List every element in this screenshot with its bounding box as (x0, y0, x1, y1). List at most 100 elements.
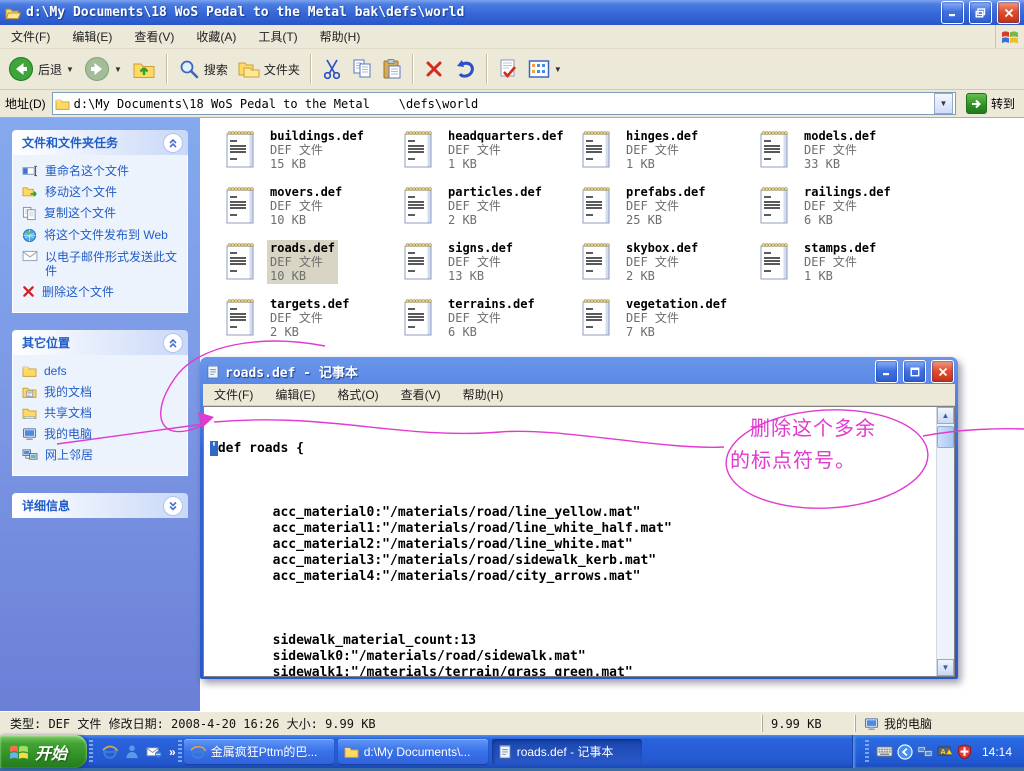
sidebar-panel-header[interactable]: 详细信息 (12, 493, 188, 518)
def-file-icon (402, 128, 436, 170)
file-size: 1 KB (626, 157, 698, 171)
scrollbar-thumb[interactable] (937, 426, 954, 448)
address-input[interactable]: d:\My Documents\18 WoS Pedal to the Meta… (52, 92, 956, 115)
file-tile-roads.def[interactable]: roads.defDEF 文件10 KB (224, 238, 402, 294)
check-document-icon (498, 58, 518, 80)
taskbar-button[interactable]: d:\My Documents\... (338, 739, 488, 764)
file-tile-particles.def[interactable]: particles.defDEF 文件2 KB (402, 182, 580, 238)
explorer-menu-item[interactable]: 查看(V) (123, 25, 185, 48)
notepad-menu-item[interactable]: 编辑(E) (264, 383, 326, 406)
explorer-menu-item[interactable]: 文件(F) (0, 25, 61, 48)
outlook-express-icon[interactable] (146, 744, 162, 759)
sidebar-item[interactable]: 以电子邮件形式发送此文件 (22, 250, 183, 278)
close-button[interactable] (997, 1, 1020, 24)
copy-button[interactable] (348, 56, 376, 82)
sidebar-item[interactable]: 重命名这个文件 (22, 164, 183, 178)
scroll-up-button[interactable]: ▲ (937, 407, 954, 424)
sidebar-panel-header[interactable]: 其它位置 (12, 330, 188, 355)
sidebar-item[interactable]: 将这个文件发布到 Web (22, 228, 183, 243)
minimize-button[interactable] (941, 1, 964, 24)
go-button[interactable]: 转到 (962, 93, 1019, 114)
sidebar-item-label: 以电子邮件形式发送此文件 (45, 250, 183, 278)
file-tile-signs.def[interactable]: signs.defDEF 文件13 KB (402, 238, 580, 294)
explorer-menu-item[interactable]: 收藏(A) (185, 25, 247, 48)
delete-button[interactable] (420, 57, 448, 81)
file-name: stamps.def (804, 241, 876, 255)
hide-icons-chevron[interactable] (897, 744, 913, 760)
file-type: DEF 文件 (270, 143, 364, 157)
notepad-menu-item[interactable]: 查看(V) (390, 383, 452, 406)
toolbar-separator (166, 54, 168, 84)
minimize-button[interactable] (875, 360, 898, 383)
sidebar-panel-header[interactable]: 文件和文件夹任务 (12, 130, 188, 155)
notepad-text-area[interactable]: 'def roads { acc_material0:"/materials/r… (204, 407, 936, 676)
restore-button[interactable] (969, 1, 992, 24)
file-name: models.def (804, 129, 876, 143)
file-tile-headquarters.def[interactable]: headquarters.defDEF 文件1 KB (402, 126, 580, 182)
network-icon[interactable] (917, 745, 933, 759)
close-button[interactable] (931, 360, 954, 383)
file-type: DEF 文件 (448, 199, 542, 213)
delete-icon (22, 285, 35, 298)
undo-button[interactable] (450, 57, 480, 81)
file-tile-movers.def[interactable]: movers.defDEF 文件10 KB (224, 182, 402, 238)
address-dropdown-button[interactable]: ▼ (934, 93, 953, 114)
address-label: 地址(D) (5, 95, 46, 112)
sidebar-item[interactable]: defs (22, 364, 183, 378)
file-tile-prefabs.def[interactable]: prefabs.defDEF 文件25 KB (580, 182, 758, 238)
sidebar-item[interactable]: 网上邻居 (22, 448, 183, 462)
start-button[interactable]: 开始 (0, 735, 87, 768)
taskbar-button[interactable]: roads.def - 记事本 (492, 739, 642, 764)
explorer-menu-item[interactable]: 编辑(E) (61, 25, 123, 48)
display-warning-icon[interactable]: A (937, 745, 953, 759)
taskbar-separator (178, 740, 182, 764)
chevron-down-icon[interactable] (163, 496, 183, 516)
file-tile-models.def[interactable]: models.defDEF 文件33 KB (758, 126, 936, 182)
file-tile-terrains.def[interactable]: terrains.defDEF 文件6 KB (402, 294, 580, 350)
folders-button[interactable]: 文件夹 (234, 58, 304, 80)
def-file-icon (224, 240, 258, 282)
cut-button[interactable] (318, 56, 346, 82)
sidebar-item[interactable]: 删除这个文件 (22, 285, 183, 299)
sidebar-item[interactable]: 复制这个文件 (22, 206, 183, 221)
keyboard-icon[interactable] (876, 746, 893, 757)
sidebar-item[interactable]: 移动这个文件 (22, 185, 183, 199)
sidebar-item[interactable]: 我的电脑 (22, 427, 183, 441)
def-file-icon (224, 128, 258, 170)
quick-launch-overflow[interactable]: » (169, 745, 176, 759)
explorer-menu-item[interactable]: 帮助(H) (309, 25, 372, 48)
sidebar-item[interactable]: 我的文档 (22, 385, 183, 399)
sync-check-button[interactable] (494, 56, 522, 82)
chevron-up-icon[interactable] (163, 333, 183, 353)
file-tile-skybox.def[interactable]: skybox.defDEF 文件2 KB (580, 238, 758, 294)
paste-button[interactable] (378, 56, 406, 82)
file-tile-hinges.def[interactable]: hinges.defDEF 文件1 KB (580, 126, 758, 182)
file-tile-text: vegetation.defDEF 文件7 KB (623, 296, 730, 340)
file-tile-railings.def[interactable]: railings.defDEF 文件6 KB (758, 182, 936, 238)
security-shield-icon[interactable] (957, 744, 972, 760)
messenger-icon[interactable] (124, 744, 140, 760)
notepad-menu-item[interactable]: 帮助(H) (452, 383, 515, 406)
explorer-menu-item[interactable]: 工具(T) (247, 25, 308, 48)
sidebar-item[interactable]: 共享文档 (22, 406, 183, 420)
chevron-up-icon[interactable] (163, 133, 183, 153)
file-tile-buildings.def[interactable]: buildings.defDEF 文件15 KB (224, 126, 402, 182)
search-button[interactable]: 搜索 (174, 56, 232, 82)
notepad-menu-item[interactable]: 格式(O) (326, 383, 389, 406)
toolbar-separator (412, 54, 414, 84)
file-tile-vegetation.def[interactable]: vegetation.defDEF 文件7 KB (580, 294, 758, 350)
file-size: 6 KB (804, 213, 891, 227)
up-button[interactable] (128, 56, 160, 82)
notepad-menu-item[interactable]: 文件(F) (203, 383, 264, 406)
scroll-down-button[interactable]: ▼ (937, 659, 954, 676)
back-button[interactable]: 后退 ▼ (4, 54, 78, 84)
file-tile-targets.def[interactable]: targets.defDEF 文件2 KB (224, 294, 402, 350)
maximize-button[interactable] (903, 360, 926, 383)
forward-button[interactable]: ▼ (80, 54, 126, 84)
taskbar-button[interactable]: 金属疯狂Pttm的巴... (184, 739, 334, 764)
file-tile-stamps.def[interactable]: stamps.defDEF 文件1 KB (758, 238, 936, 294)
ie-icon[interactable] (102, 744, 118, 760)
vertical-scrollbar[interactable]: ▲ ▼ (936, 407, 954, 676)
views-button[interactable]: ▼ (524, 57, 566, 81)
network-places-icon (22, 448, 38, 462)
